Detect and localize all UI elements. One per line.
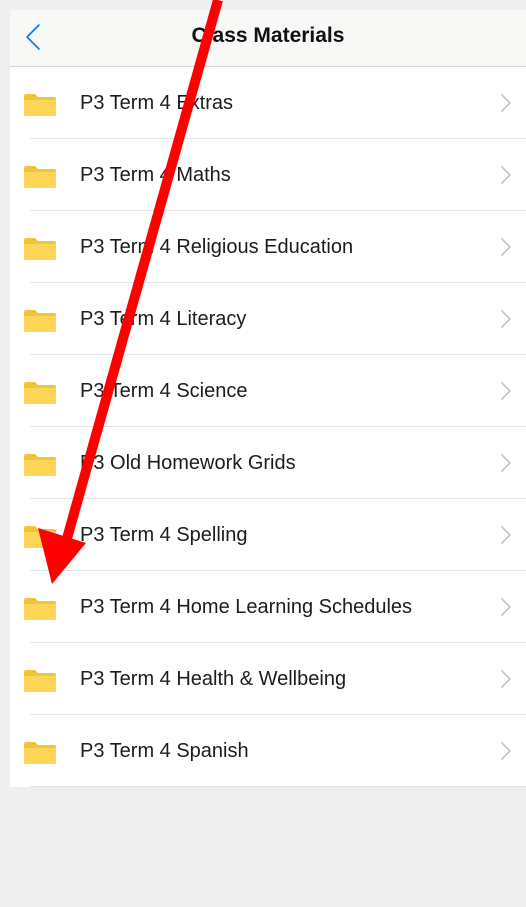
folder-name: P3 Term 4 Religious Education: [80, 236, 354, 258]
folder-icon: [24, 526, 56, 548]
chevron-right-icon: [501, 670, 511, 688]
folder-name: P3 Term 4 Health & Wellbeing: [80, 668, 347, 690]
folder-name: P3 Old Homework Grids: [80, 452, 296, 474]
folder-name: P3 Term 4 Science: [80, 380, 248, 402]
chevron-right-icon: [501, 166, 511, 184]
list-item[interactable]: P3 Term 4 Spelling: [10, 499, 526, 571]
folder-icon: [24, 310, 56, 332]
chevron-right-icon: [501, 94, 511, 112]
folder-icon: [24, 238, 56, 260]
list-item[interactable]: P3 Old Homework Grids: [10, 427, 526, 499]
folder-icon: [24, 454, 56, 476]
folder-icon: [24, 382, 56, 404]
list-item[interactable]: P3 Term 4 Literacy: [10, 283, 526, 355]
app-screen: Class Materials P3 Term 4 Extras P3 Term …: [10, 10, 526, 907]
list-item[interactable]: P3 Term 4 Maths: [10, 139, 526, 211]
list-item[interactable]: P3 Term 4 Home Learning Schedules: [10, 571, 526, 643]
nav-bar: Class Materials: [10, 10, 526, 67]
list-item[interactable]: P3 Term 4 Extras: [10, 67, 526, 139]
folder-name: P3 Term 4 Spelling: [80, 524, 248, 546]
chevron-right-icon: [501, 742, 511, 760]
folder-name: P3 Term 4 Home Learning Schedules: [80, 596, 413, 618]
list-item[interactable]: P3 Term 4 Religious Education: [10, 211, 526, 283]
folder-list: P3 Term 4 Extras P3 Term 4 Maths P3 Term 4…: [10, 67, 526, 787]
chevron-right-icon: [501, 454, 511, 472]
list-item[interactable]: P3 Term 4 Spanish: [10, 715, 526, 787]
folder-name: P3 Term 4 Spanish: [80, 740, 249, 762]
folder-name: P3 Term 4 Literacy: [80, 308, 247, 330]
chevron-right-icon: [501, 598, 511, 616]
folder-icon: [24, 598, 56, 620]
chevron-right-icon: [501, 526, 511, 544]
folder-name: P3 Term 4 Extras: [80, 92, 234, 114]
chevron-right-icon: [501, 238, 511, 256]
chevron-right-icon: [501, 310, 511, 328]
list-item[interactable]: P3 Term 4 Health & Wellbeing: [10, 643, 526, 715]
folder-icon: [24, 94, 56, 116]
list-item[interactable]: P3 Term 4 Science: [10, 355, 526, 427]
folder-icon: [24, 670, 56, 692]
folder-name: P3 Term 4 Maths: [80, 164, 231, 186]
chevron-right-icon: [501, 382, 511, 400]
page-title: Class Materials: [191, 24, 345, 47]
folder-icon: [24, 742, 56, 764]
folder-icon: [24, 166, 56, 188]
